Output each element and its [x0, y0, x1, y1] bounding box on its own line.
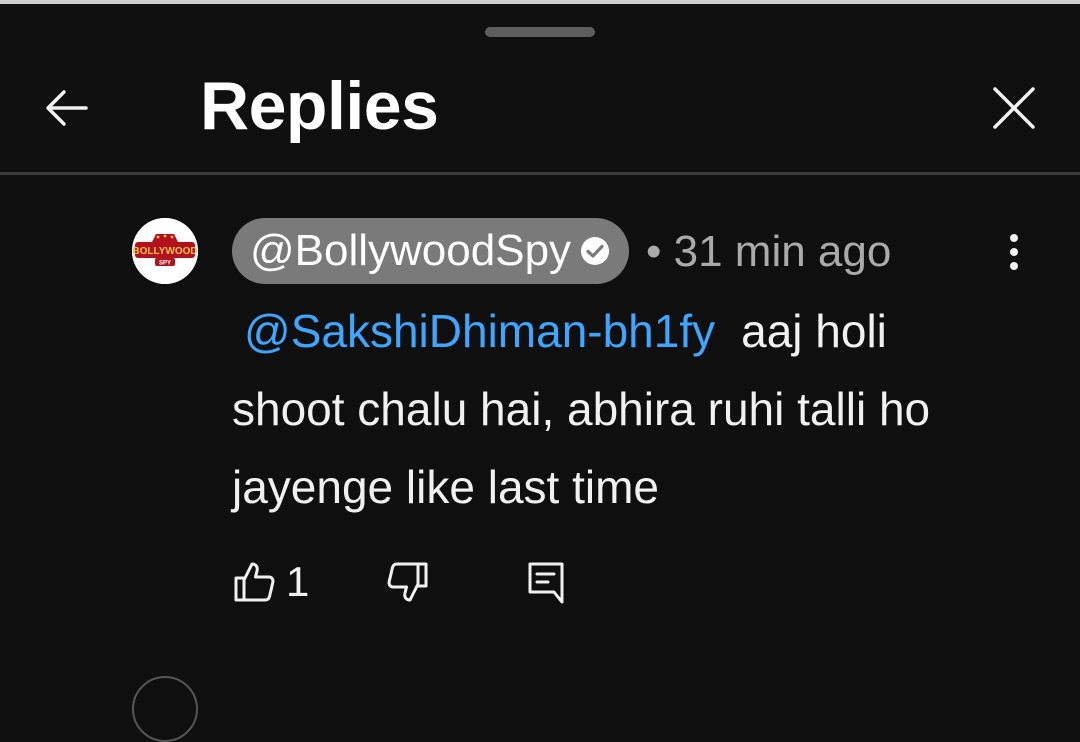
drag-handle[interactable] [485, 27, 595, 37]
like-count: 1 [286, 558, 310, 605]
author-chip[interactable]: @BollywoodSpy [232, 218, 630, 284]
mention-link[interactable]: @SakshiDhiman-bh1fy [244, 305, 715, 357]
more-vert-icon [1010, 234, 1018, 270]
reply-button[interactable] [520, 552, 572, 612]
reply-meta: • 31 min ago [646, 222, 891, 282]
reply-text: @SakshiDhiman-bh1fy aaj holi shoot chalu … [232, 292, 1012, 526]
thumbs-up-icon [234, 562, 275, 602]
arrow-left-icon [46, 90, 88, 126]
avatar[interactable]: BOLLYWOOD SPY [132, 218, 198, 284]
replies-header: Replies [0, 44, 1080, 172]
close-button[interactable] [978, 72, 1050, 144]
svg-text:SPY: SPY [159, 261, 171, 267]
like-button[interactable] [228, 552, 280, 612]
verified-check-icon [581, 237, 610, 265]
next-reply-avatar[interactable] [132, 676, 198, 742]
bollywood-spy-logo: BOLLYWOOD SPY [132, 218, 198, 284]
page-title: Replies [200, 68, 439, 144]
dislike-button[interactable] [382, 552, 434, 612]
thumbs-down-icon [387, 562, 428, 602]
back-button[interactable] [30, 72, 102, 144]
svg-text:BOLLYWOOD: BOLLYWOOD [132, 246, 197, 257]
header-divider [0, 172, 1080, 175]
reply-comment-icon [528, 562, 564, 604]
reply-time: 31 min ago [673, 227, 892, 276]
more-options-button[interactable] [990, 222, 1038, 282]
author-handle: @BollywoodSpy [250, 226, 572, 275]
meta-separator: • [646, 227, 662, 276]
close-icon [993, 87, 1035, 129]
